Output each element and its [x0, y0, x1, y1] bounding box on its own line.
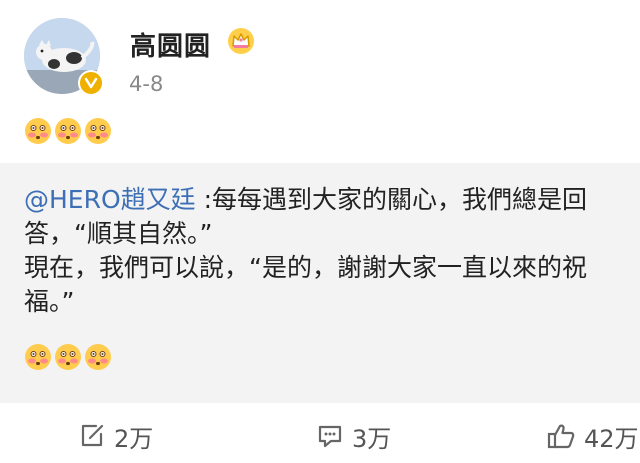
post-action-bar: 2万 3万 42万 — [0, 403, 640, 463]
quoted-emoji-row — [24, 343, 112, 371]
quoted-text: @HERO趙又廷 :每每遇到大家的關心，我們總是回 答，“順其自然。” 現在，我… — [24, 183, 640, 319]
flushed-face-icon — [25, 344, 51, 370]
comment-icon — [318, 425, 342, 448]
avatar-container[interactable] — [24, 18, 104, 96]
quoted-line-3: 現在，我們可以說，“是的，謝謝大家一直以來的祝 — [24, 253, 587, 282]
mention-link[interactable]: @HERO趙又廷 — [24, 185, 196, 214]
thumbs-up-icon — [547, 424, 575, 449]
flushed-face-icon — [25, 118, 51, 144]
post-date: 4-8 — [129, 72, 164, 96]
like-count: 42万 — [584, 424, 639, 453]
flushed-face-icon — [85, 344, 111, 370]
post-emoji-row — [24, 117, 112, 145]
flushed-face-icon — [55, 344, 81, 370]
crown-badge-icon[interactable] — [226, 26, 256, 56]
flushed-face-icon — [55, 118, 81, 144]
comment-count: 3万 — [352, 424, 392, 453]
quoted-line-2: 答，“順其自然。” — [24, 219, 213, 248]
post-header: 高圆圆 4-8 — [0, 0, 640, 108]
quoted-line-1-text: :每每遇到大家的關心，我們總是回 — [195, 185, 588, 214]
flushed-face-icon — [85, 118, 111, 144]
like-button[interactable]: 42万 — [546, 421, 639, 453]
quoted-line-4: 福。” — [24, 287, 75, 316]
repost-icon — [81, 424, 104, 447]
repost-button[interactable]: 2万 — [78, 421, 154, 453]
verified-badge-icon — [78, 70, 104, 96]
comment-button[interactable]: 3万 — [316, 421, 392, 453]
quoted-line-1: @HERO趙又廷 :每每遇到大家的關心，我們總是回 — [24, 183, 640, 217]
repost-count: 2万 — [114, 424, 154, 453]
author-name[interactable]: 高圆圆 — [130, 26, 211, 63]
